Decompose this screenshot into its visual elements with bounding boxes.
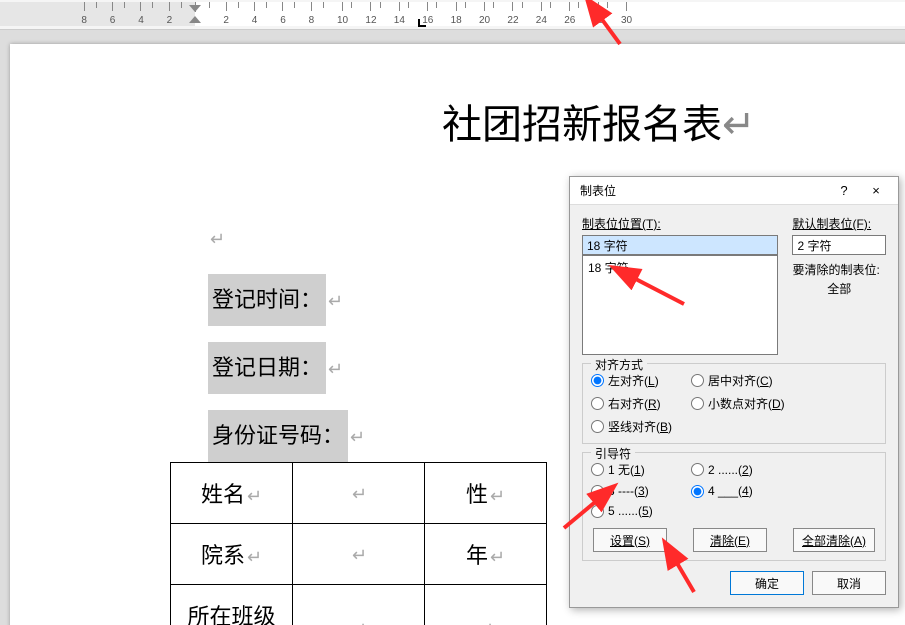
- tab-list-item[interactable]: 18 字符: [585, 258, 775, 277]
- table-cell[interactable]: 院系↵: [171, 524, 293, 585]
- align-bar[interactable]: 竖线对齐(B): [591, 418, 679, 435]
- help-icon: ?: [840, 183, 847, 198]
- table-cell[interactable]: ↵: [293, 524, 425, 585]
- dialog-body: 制表位位置(T): 18 字符 默认制表位(F): 要清除的制表位: 全部 对齐…: [570, 205, 898, 607]
- to-clear-label: 要清除的制表位:: [792, 261, 886, 278]
- align-decimal[interactable]: 小数点对齐(D): [691, 395, 785, 412]
- close-icon: ×: [872, 183, 880, 198]
- default-tab-label: 默认制表位(F):: [792, 215, 886, 232]
- leader-2[interactable]: 2 ......(2): [691, 461, 779, 478]
- clear-button[interactable]: 清除(E): [693, 528, 767, 552]
- document-title: 社团招新报名表↵: [442, 92, 756, 150]
- tab-position-label: 制表位位置(T):: [582, 215, 778, 232]
- leader-5[interactable]: 5 ......(5): [591, 504, 679, 518]
- default-tab-input[interactable]: [792, 235, 886, 255]
- ok-button[interactable]: 确定: [730, 571, 804, 595]
- table-cell[interactable]: 姓名↵: [171, 463, 293, 524]
- align-right[interactable]: 右对齐(R): [591, 395, 679, 412]
- paragraph-mark-icon: ↵: [479, 619, 494, 625]
- help-button[interactable]: ?: [828, 180, 860, 202]
- close-button[interactable]: ×: [860, 180, 892, 202]
- paragraph-mark-icon: ↵: [350, 427, 365, 447]
- tab-position-listbox[interactable]: 18 字符: [582, 255, 778, 355]
- paragraph-mark-icon: ↵: [352, 619, 367, 625]
- leader-legend: 引导符: [591, 445, 635, 462]
- leader-group: 引导符 1 无(1)2 ......(2)3 ----(3)4 ___(4)5 …: [582, 452, 886, 561]
- paragraph-mark-icon: ↵: [352, 545, 367, 565]
- alignment-group: 对齐方式 左对齐(L)居中对齐(C)右对齐(R)小数点对齐(D)竖线对齐(B): [582, 363, 886, 444]
- field-registration-date[interactable]: 登记日期：: [208, 342, 326, 394]
- alignment-legend: 对齐方式: [591, 356, 647, 373]
- table-cell[interactable]: 性↵: [425, 463, 547, 524]
- table-cell[interactable]: ↵: [293, 463, 425, 524]
- table-cell[interactable]: 年↵: [425, 524, 547, 585]
- paragraph-mark-icon: ↵: [722, 103, 756, 147]
- cancel-button[interactable]: 取消: [812, 571, 886, 595]
- align-left[interactable]: 左对齐(L): [591, 372, 679, 389]
- field-id-number[interactable]: 身份证号码：: [208, 410, 348, 462]
- table-cell[interactable]: ↵: [425, 585, 547, 625]
- document-body[interactable]: ↵ 登记时间：↵ 登记日期：↵ 身份证号码：↵: [208, 214, 365, 462]
- ruler-container: 864224681012141618202224262830: [0, 0, 905, 30]
- document-title-text: 社团招新报名表: [442, 102, 722, 147]
- tab-stop-marker[interactable]: [418, 19, 426, 27]
- table-cell[interactable]: 所在班级↵: [171, 585, 293, 625]
- tab-stops-dialog: 制表位 ? × 制表位位置(T): 18 字符 默认制表位(F): 要清除的制表…: [569, 176, 899, 608]
- table-cell[interactable]: ↵: [293, 585, 425, 625]
- document-table[interactable]: 姓名↵↵性↵院系↵↵年↵所在班级↵↵↵: [170, 462, 547, 625]
- dialog-title: 制表位: [580, 182, 828, 199]
- set-button[interactable]: 设置(S): [593, 528, 667, 552]
- dialog-titlebar[interactable]: 制表位 ? ×: [570, 177, 898, 205]
- horizontal-ruler[interactable]: 864224681012141618202224262830: [0, 2, 905, 26]
- leader-3[interactable]: 3 ----(3): [591, 484, 679, 498]
- field-registration-time[interactable]: 登记时间：: [208, 274, 326, 326]
- leader-4[interactable]: 4 ___(4): [691, 484, 779, 498]
- align-center[interactable]: 居中对齐(C): [691, 372, 779, 389]
- clear-all-button[interactable]: 全部清除(A): [793, 528, 875, 552]
- paragraph-mark-icon: ↵: [490, 486, 505, 506]
- paragraph-mark-icon: ↵: [328, 291, 343, 311]
- paragraph-mark-icon: ↵: [247, 486, 262, 506]
- to-clear-value: 全部: [792, 280, 886, 297]
- leader-1[interactable]: 1 无(1): [591, 461, 679, 478]
- paragraph-mark-icon: ↵: [352, 484, 367, 504]
- paragraph-mark-icon: ↵: [328, 359, 343, 379]
- tab-position-input[interactable]: [582, 235, 778, 255]
- paragraph-mark-icon: ↵: [490, 547, 505, 567]
- paragraph-mark-icon: ↵: [210, 229, 225, 249]
- paragraph-mark-icon: ↵: [247, 547, 262, 567]
